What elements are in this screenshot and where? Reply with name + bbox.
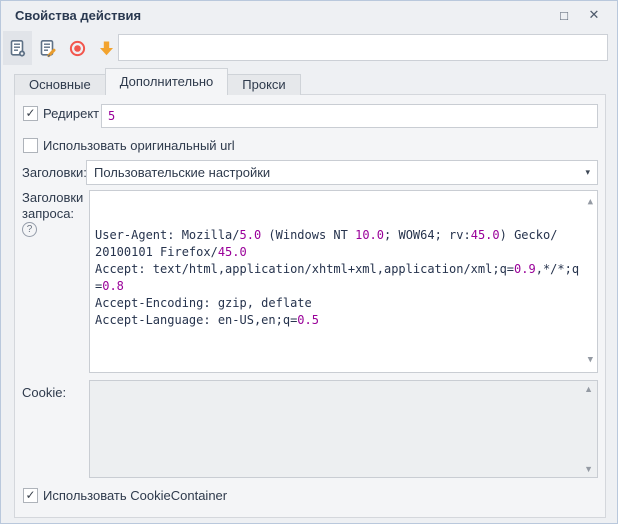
title-bar: Свойства действия □ ✕: [1, 1, 617, 29]
cookie-label: Cookie:: [22, 385, 66, 401]
toolbar-input[interactable]: [118, 34, 608, 61]
request-headers-editor[interactable]: User-Agent: Mozilla/5.0 (Windows NT 10.0…: [89, 190, 598, 373]
scroll-up-icon[interactable]: ▲: [584, 384, 593, 394]
scroll-down-icon[interactable]: ▼: [584, 464, 593, 474]
advanced-tab-panel: ✓ Редирект Использовать оригинальный url…: [14, 94, 606, 518]
toolbar: [1, 29, 617, 67]
down-arrow-icon: [97, 39, 116, 58]
original-url-checkbox[interactable]: [23, 138, 38, 153]
cookie-container-checkbox[interactable]: ✓: [23, 488, 38, 503]
chevron-down-icon: ▾: [585, 161, 590, 184]
download-step-button[interactable]: [92, 31, 121, 65]
maximize-button[interactable]: □: [553, 4, 575, 26]
action-edit-button[interactable]: [33, 31, 62, 65]
close-button[interactable]: ✕: [583, 4, 605, 26]
window-title: Свойства действия: [15, 1, 141, 30]
scroll-up-icon[interactable]: ▲: [588, 194, 593, 211]
request-headers-text: User-Agent: Mozilla/5.0 (Windows NT 10.0…: [95, 227, 581, 329]
headers-combo-value: Пользовательские настройки: [94, 165, 270, 180]
document-pencil-icon: [38, 39, 57, 58]
tab-proxy[interactable]: Прокси: [227, 74, 300, 95]
tab-strip: Основные Дополнительно Прокси: [14, 68, 300, 95]
cookie-editor[interactable]: ▲ ▼: [89, 380, 598, 478]
document-gear-icon: [8, 39, 27, 58]
redirect-count-input[interactable]: [101, 104, 598, 128]
record-button[interactable]: [63, 31, 92, 65]
tab-main[interactable]: Основные: [14, 74, 106, 95]
cookie-container-label: Использовать CookieContainer: [43, 488, 227, 504]
redirect-label: Редирект: [43, 106, 99, 122]
action-settings-button[interactable]: [3, 31, 32, 65]
record-icon: [68, 39, 87, 58]
redirect-checkbox[interactable]: ✓: [23, 106, 38, 121]
headers-combo[interactable]: Пользовательские настройки ▾: [86, 160, 598, 185]
window-controls: □ ✕: [553, 4, 605, 28]
headers-combo-label: Заголовки:: [22, 165, 87, 181]
help-icon[interactable]: ?: [22, 222, 37, 237]
original-url-label: Использовать оригинальный url: [43, 138, 235, 154]
action-properties-dialog: Свойства действия □ ✕: [0, 0, 618, 524]
scroll-down-icon[interactable]: ▼: [588, 352, 593, 369]
request-headers-label: Заголовки запроса:: [22, 190, 84, 222]
tab-advanced[interactable]: Дополнительно: [105, 68, 229, 95]
